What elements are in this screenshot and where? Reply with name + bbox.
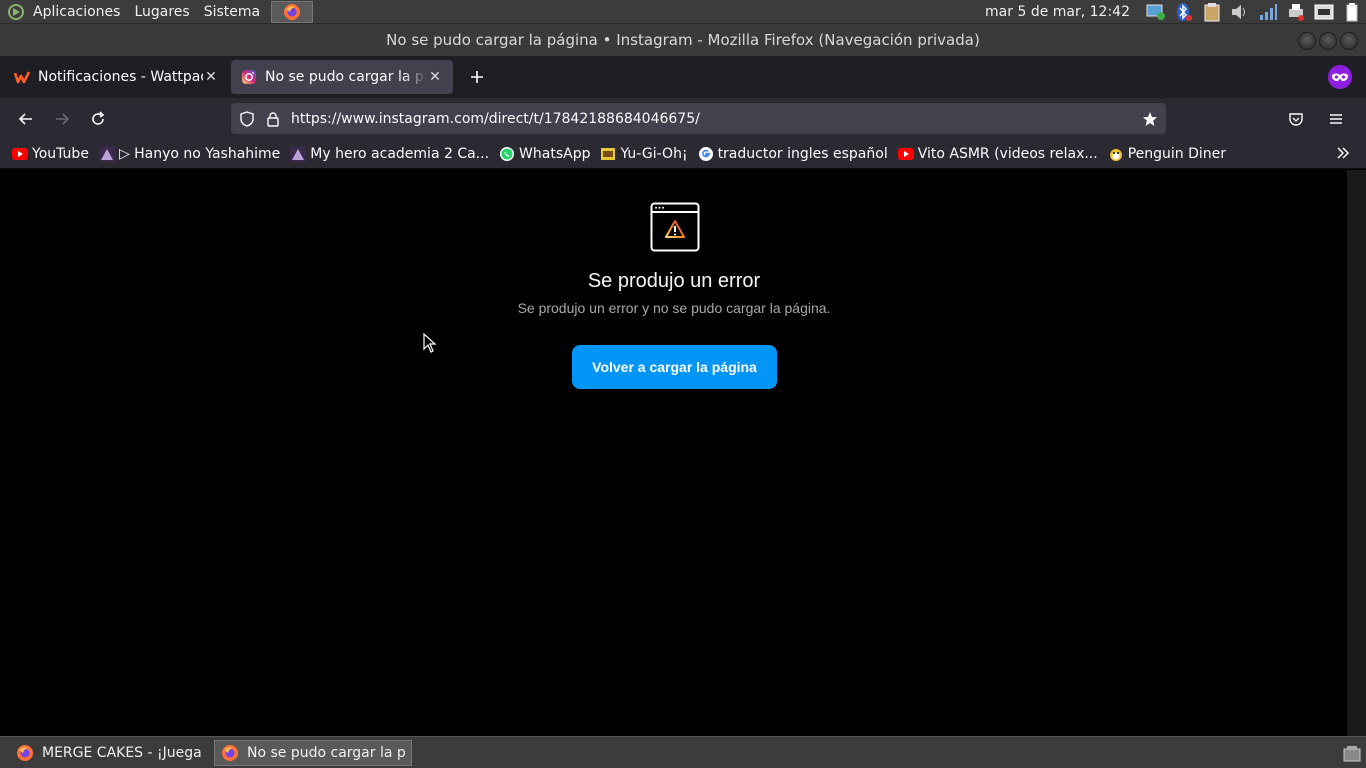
tab-instagram[interactable]: No se pudo cargar la página • Instagram … bbox=[231, 60, 453, 94]
bookmarks-overflow-chevron-icon[interactable] bbox=[1336, 145, 1350, 164]
tab-label: Notificaciones - Wattpad bbox=[38, 69, 203, 85]
firefox-launcher[interactable] bbox=[271, 0, 314, 23]
volume-icon[interactable] bbox=[1230, 2, 1250, 22]
back-arrow-icon bbox=[18, 113, 32, 125]
network-status-icon[interactable] bbox=[1146, 2, 1166, 22]
bookmarks-toolbar: YouTube ▷ Hanyo no Yashahime My hero aca… bbox=[0, 140, 1366, 169]
forward-arrow-icon bbox=[56, 113, 70, 125]
tab-strip: Notificaciones - Wattpad ✕ No se pudo ca… bbox=[0, 56, 1366, 98]
pocket-icon bbox=[1289, 113, 1303, 126]
youtube-icon bbox=[12, 146, 28, 162]
gnome-menu-icon[interactable] bbox=[6, 2, 26, 22]
minimize-button[interactable] bbox=[1298, 32, 1316, 50]
signal-icon[interactable] bbox=[1258, 2, 1278, 22]
hamburger-menu-icon bbox=[1330, 114, 1342, 124]
url-text[interactable]: https://www.instagram.com/direct/t/17842… bbox=[291, 111, 1138, 127]
bookmark-yugioh[interactable]: Yu-Gi-Oh¡ bbox=[600, 146, 688, 162]
close-icon[interactable]: ✕ bbox=[203, 69, 219, 85]
bookmark-traductor[interactable]: traductor ingles español bbox=[698, 146, 888, 162]
window-titlebar[interactable]: No se pudo cargar la página • Instagram … bbox=[0, 24, 1366, 56]
close-icon[interactable]: ✕ bbox=[427, 69, 443, 85]
mouse-cursor-icon bbox=[423, 333, 437, 353]
back-button[interactable] bbox=[10, 103, 42, 135]
forward-button[interactable] bbox=[46, 103, 78, 135]
maximize-button[interactable] bbox=[1319, 32, 1337, 50]
lock-icon[interactable] bbox=[263, 109, 283, 129]
firefox-icon bbox=[17, 744, 33, 761]
bookmark-vito-asmr[interactable]: Vito ASMR (videos relax... bbox=[897, 146, 1098, 162]
reload-icon bbox=[92, 111, 105, 125]
battery-icon[interactable] bbox=[1342, 2, 1362, 22]
bookmark-hanyo-no-yashahime[interactable]: ▷ Hanyo no Yashahime bbox=[98, 146, 280, 162]
penguin-icon bbox=[1108, 146, 1124, 162]
page-content: Se produjo un error Se produjo un error … bbox=[0, 170, 1347, 736]
tab-label: No se pudo cargar la página • Instagram bbox=[265, 69, 427, 85]
bookmark-penguin-diner[interactable]: Penguin Diner bbox=[1108, 146, 1226, 162]
show-desktop-icon[interactable] bbox=[1342, 745, 1362, 763]
anime-thumbnail-icon bbox=[98, 146, 115, 162]
clipboard-icon[interactable] bbox=[1202, 2, 1222, 22]
error-window-warning-icon bbox=[650, 202, 700, 252]
reload-page-button[interactable]: Volver a cargar la página bbox=[572, 345, 777, 389]
google-icon bbox=[698, 146, 714, 162]
places-menu[interactable]: Lugares bbox=[127, 4, 196, 20]
bookmark-youtube[interactable]: YouTube bbox=[12, 146, 89, 162]
error-subtitle: Se produjo un error y no se pudo cargar … bbox=[517, 300, 831, 316]
yugioh-icon bbox=[600, 146, 616, 162]
taskbar-item-instagram[interactable]: No se pudo cargar la pá... bbox=[214, 739, 412, 766]
whatsapp-icon bbox=[499, 146, 515, 162]
app-menu-button[interactable] bbox=[1320, 103, 1352, 135]
bookmark-my-hero-academia[interactable]: My hero academia 2 Ca... bbox=[290, 146, 489, 162]
bookmark-whatsapp[interactable]: WhatsApp bbox=[499, 146, 590, 162]
firefox-icon bbox=[284, 3, 301, 20]
applications-menu[interactable]: Aplicaciones bbox=[26, 4, 127, 20]
anime-thumbnail-icon bbox=[290, 146, 307, 162]
wattpad-icon bbox=[14, 69, 30, 85]
bottom-taskbar: MERGE CAKES - ¡Juega ... No se pudo carg… bbox=[0, 736, 1366, 768]
bluetooth-icon[interactable] bbox=[1174, 2, 1194, 22]
url-bar[interactable]: https://www.instagram.com/direct/t/17842… bbox=[231, 103, 1166, 134]
bookmark-star-icon[interactable] bbox=[1138, 107, 1162, 131]
new-tab-button[interactable] bbox=[463, 63, 491, 91]
system-menu[interactable]: Sistema bbox=[197, 4, 267, 20]
top-panel: Aplicaciones Lugares Sistema mar 5 de ma… bbox=[0, 0, 1366, 24]
tracking-protection-shield-icon[interactable] bbox=[237, 109, 257, 129]
plus-icon bbox=[471, 71, 483, 83]
private-browsing-icon bbox=[1328, 65, 1352, 89]
firefox-icon bbox=[222, 744, 238, 761]
error-title: Se produjo un error bbox=[587, 270, 761, 292]
window-title: No se pudo cargar la página • Instagram … bbox=[386, 31, 980, 49]
instagram-icon bbox=[241, 69, 257, 85]
reload-button[interactable] bbox=[82, 103, 114, 135]
pocket-button[interactable] bbox=[1280, 103, 1312, 135]
page-scrollbar[interactable] bbox=[1347, 170, 1366, 736]
printer-icon[interactable] bbox=[1286, 2, 1306, 22]
navigation-toolbar: https://www.instagram.com/direct/t/17842… bbox=[0, 98, 1366, 140]
keyboard-layout-icon[interactable] bbox=[1314, 2, 1334, 22]
taskbar-item-merge-cakes[interactable]: MERGE CAKES - ¡Juega ... bbox=[10, 740, 208, 766]
clock[interactable]: mar 5 de mar, 12:42 bbox=[985, 4, 1130, 20]
close-window-button[interactable] bbox=[1340, 32, 1358, 50]
youtube-icon bbox=[897, 146, 914, 162]
tab-wattpad[interactable]: Notificaciones - Wattpad ✕ bbox=[4, 60, 229, 94]
